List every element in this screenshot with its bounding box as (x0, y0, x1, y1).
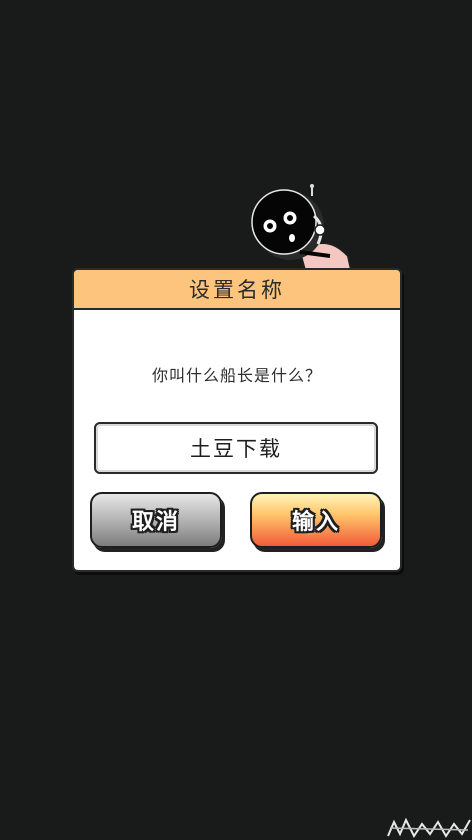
dialog-title: 设置名称 (189, 278, 285, 302)
name-input-field[interactable]: 土豆下载 (94, 422, 378, 474)
dialog-header: 设置名称 (74, 270, 400, 310)
game-screen: 设置名称 你叫什么船长是什么？ 土豆下载 取消 输入 (0, 0, 472, 840)
decorative-scribble-icon (387, 817, 471, 838)
confirm-button-label: 输入 (291, 510, 340, 535)
dialog-prompt: 你叫什么船长是什么？ (151, 366, 322, 385)
name-input-value[interactable]: 土豆下载 (190, 433, 282, 463)
cancel-button[interactable]: 取消 (90, 492, 222, 548)
confirm-input-button[interactable]: 输入 (250, 492, 382, 548)
mascot-icon (251, 184, 354, 275)
cancel-button-label: 取消 (131, 510, 180, 535)
set-name-dialog: 设置名称 你叫什么船长是什么？ 土豆下载 取消 输入 (72, 268, 402, 572)
